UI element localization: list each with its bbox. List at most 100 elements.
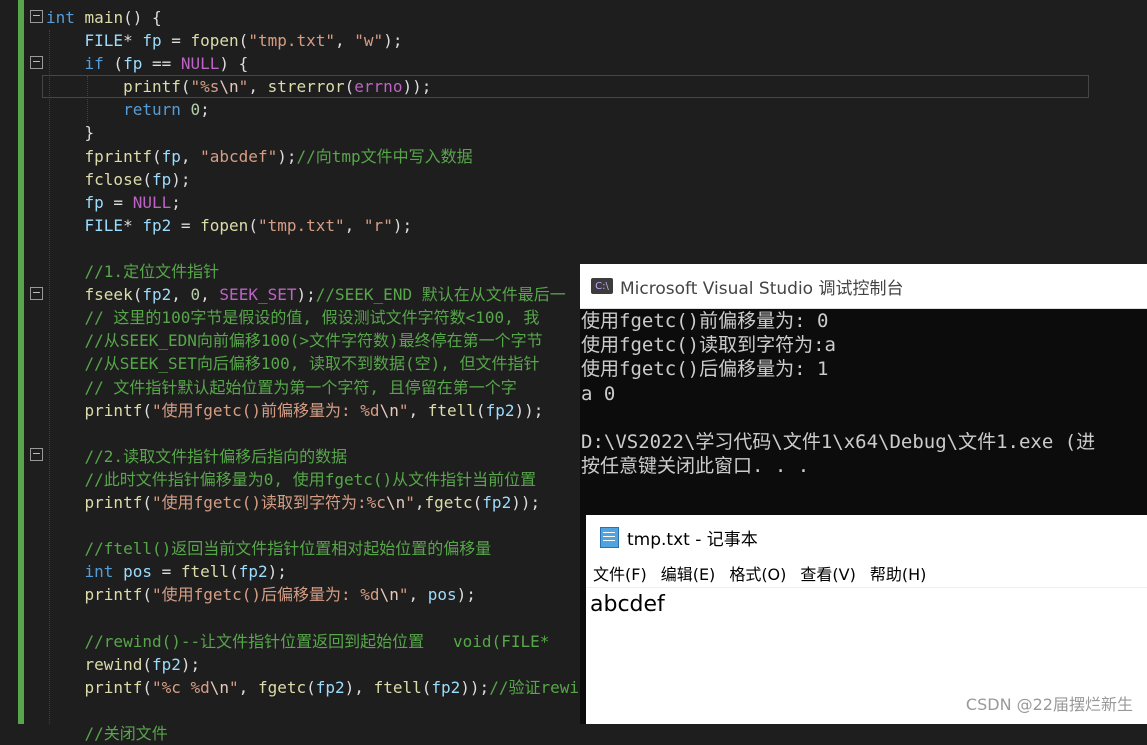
notepad-text-area[interactable]: abcdef (586, 588, 1147, 617)
code-line[interactable]: //rewind()--让文件指针位置返回到起始位置 void(FILE* (46, 630, 589, 653)
code-line[interactable]: //此时文件指针偏移量为0, 使用fgetc()从文件指针当前位置 (46, 468, 589, 491)
code-line[interactable] (46, 514, 589, 537)
code-token: //向tmp文件中写入数据 (296, 146, 473, 166)
code-line[interactable]: fseek(fp2, 0, SEEK_SET);//SEEK_END 默认在从文… (46, 283, 589, 306)
code-token: , (408, 400, 428, 420)
code-token: ( (306, 677, 316, 697)
notepad-title-bar[interactable]: tmp.txt - 记事本 (586, 515, 1147, 559)
code-token: 0 (190, 285, 201, 305)
code-token: = (103, 192, 133, 212)
code-token: fp2 (142, 285, 172, 305)
code-token: fgetc (257, 677, 307, 697)
menu-file[interactable]: 文件(F) (593, 561, 647, 585)
code-token: return (46, 100, 181, 120)
code-line[interactable]: int pos = ftell(fp2); (46, 560, 589, 583)
code-token: \n (379, 585, 399, 605)
code-line[interactable]: if (fp == NULL) { (46, 52, 589, 75)
code-token: )); (514, 400, 544, 420)
code-line[interactable]: // 这里的100字节是假设的值, 假设测试文件字符数<100, 我 (46, 306, 589, 329)
code-token: ( (132, 285, 143, 305)
code-line[interactable]: int main() { (46, 6, 589, 29)
menu-help[interactable]: 帮助(H) (870, 561, 927, 585)
fold-toggle-comments-2[interactable]: − (30, 448, 43, 461)
vs-icon: C:\ (591, 278, 613, 294)
code-lines[interactable]: int main() { FILE* fp = fopen("tmp.txt",… (42, 6, 1089, 745)
code-line[interactable]: fprintf(fp, "abcdef");//向tmp文件中写入数据 (46, 145, 589, 168)
code-token: * (123, 215, 143, 235)
code-line[interactable]: printf("%s\n", strerror(errno)); (42, 75, 1089, 99)
code-token: "w" (354, 31, 384, 51)
fold-toggle-main[interactable]: − (30, 10, 43, 23)
code-token: //从SEEK_SET向后偏移100, 读取不到数据(空), 但文件指针 (46, 354, 540, 374)
code-line[interactable]: return 0; (46, 98, 589, 121)
fold-toggle-if[interactable]: − (30, 56, 43, 69)
code-token: , (200, 285, 220, 305)
code-token: , (171, 285, 191, 305)
code-token: fp (142, 31, 162, 51)
code-line[interactable]: fp = NULL; (46, 191, 589, 214)
code-token: if (46, 54, 104, 74)
menu-format[interactable]: 格式(O) (729, 561, 786, 585)
code-token: fp2 (142, 215, 172, 235)
code-token: ( (142, 654, 152, 674)
code-token: ; (171, 192, 181, 212)
code-token: fp2 (482, 492, 512, 512)
code-token: fopen (200, 215, 249, 235)
code-token: fp2 (431, 677, 461, 697)
code-token: //1.定位文件指针 (46, 262, 220, 282)
code-line[interactable]: //2.读取文件指针偏移后指向的数据 (46, 445, 589, 468)
code-token: ftell (180, 562, 230, 582)
code-token: = (151, 562, 181, 582)
code-token: NULL (132, 192, 172, 212)
code-token: , (180, 146, 201, 166)
code-line[interactable]: //从SEEK_SET向后偏移100, 读取不到数据(空), 但文件指针 (46, 352, 589, 375)
code-line[interactable]: // 文件指针默认起始位置为第一个字符, 且停留在第一个字 (46, 376, 589, 399)
code-token: * (123, 31, 143, 51)
code-token: "使用fgetc()后偏移量为: %d (151, 585, 380, 605)
code-token: main (84, 8, 124, 27)
code-line[interactable]: rewind(fp2); (46, 653, 589, 676)
code-token: ftell (427, 400, 476, 420)
code-line[interactable]: //关闭文件 (46, 722, 589, 745)
code-token: \n (209, 677, 230, 697)
code-token: fopen (190, 31, 239, 51)
code-token: "abcdef" (200, 146, 278, 166)
code-line[interactable]: FILE* fp2 = fopen("tmp.txt", "r"); (46, 214, 589, 237)
code-token: SEEK_SET (219, 285, 297, 305)
code-line[interactable]: printf("使用fgetc()读取到字符为:%c\n",fgetc(fp2)… (46, 491, 589, 514)
code-line[interactable]: printf("使用fgetc()后偏移量为: %d\n", pos); (46, 583, 589, 606)
code-line[interactable]: //ftell()返回当前文件指针位置相对起始位置的偏移量 (46, 537, 589, 560)
fold-toggle-comments-1[interactable]: − (30, 287, 43, 300)
code-token: fp (151, 169, 172, 189)
code-line[interactable]: printf("使用fgetc()前偏移量为: %d\n", ftell(fp2… (46, 399, 589, 422)
watermark: CSDN @22届摆烂新生 (965, 695, 1133, 714)
code-token: ( (421, 677, 432, 697)
code-line[interactable] (46, 422, 589, 445)
code-token: , (408, 585, 428, 605)
code-token: ) { (219, 54, 249, 74)
code-token: fp2 (485, 400, 515, 420)
code-line[interactable] (46, 606, 589, 629)
code-token: printf (84, 400, 143, 420)
code-line[interactable]: //从SEEK_EDN向前偏移100(>文件字符数)最终停在第一个字节 (46, 329, 589, 352)
code-line[interactable]: fclose(fp); (46, 168, 589, 191)
code-token: == (142, 54, 181, 74)
code-line[interactable] (46, 699, 589, 722)
code-token: ); (180, 654, 201, 674)
code-line[interactable]: FILE* fp = fopen("tmp.txt", "w"); (46, 29, 589, 52)
code-line[interactable]: printf("%c %d\n", fgetc(fp2), ftell(fp2)… (46, 676, 589, 699)
code-token: pos (123, 562, 152, 582)
code-line[interactable] (46, 237, 589, 260)
code-token: ( (142, 492, 152, 512)
menu-view[interactable]: 查看(V) (800, 561, 855, 585)
code-line[interactable]: } (46, 121, 589, 144)
menu-edit[interactable]: 编辑(E) (661, 561, 716, 585)
code-token: ( (472, 492, 483, 512)
code-line[interactable]: //1.定位文件指针 (46, 260, 589, 283)
code-token: ( (142, 169, 152, 189)
console-title-bar[interactable]: C:\ Microsoft Visual Studio 调试控制台 (580, 264, 1147, 309)
